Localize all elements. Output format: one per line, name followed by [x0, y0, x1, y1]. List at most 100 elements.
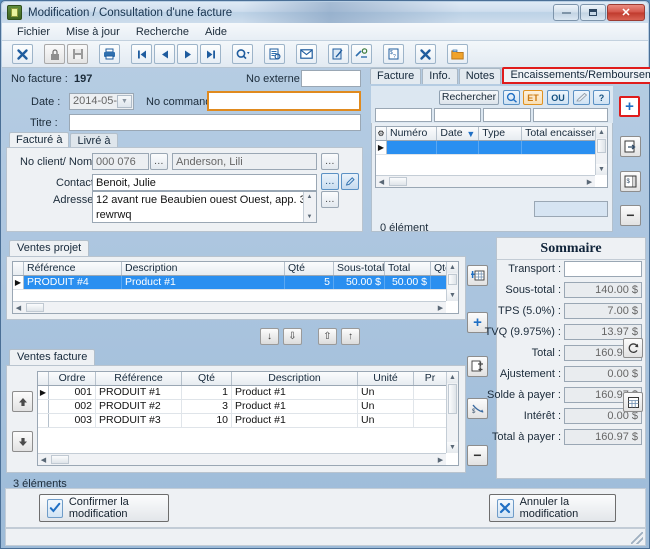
first-record-button[interactable] [131, 44, 152, 64]
minimize-button[interactable] [553, 4, 579, 21]
encaissements-vscrollbar[interactable]: ▲ ▼ [595, 127, 607, 175]
scroll-down-icon[interactable]: ▼ [596, 164, 607, 175]
vscroll-thumb[interactable] [597, 139, 606, 153]
add-lines-grid-button[interactable] [467, 265, 488, 286]
last-record-button[interactable] [200, 44, 221, 64]
table-row[interactable]: ▶ [376, 141, 607, 155]
column-qte[interactable]: Qté [285, 262, 334, 275]
ventes-facture-hscrollbar[interactable]: ◀ ▶ [38, 453, 446, 465]
encaissements-footer-field[interactable] [534, 201, 608, 217]
move-up-one-button[interactable]: ↑ [341, 328, 360, 345]
scroll-left-icon[interactable]: ◀ [376, 176, 387, 187]
scroll-down-icon[interactable]: ▼ [304, 212, 315, 222]
scroll-up-icon[interactable]: ▲ [596, 127, 607, 138]
menu-item-fichier[interactable]: Fichier [9, 25, 58, 39]
adresse-textarea[interactable]: 12 avant rue Beaubien ouest Ouest, app. … [92, 191, 317, 223]
email-button[interactable] [296, 44, 317, 64]
tab-facture-a[interactable]: Facturé à [9, 132, 69, 148]
column-date[interactable]: Date ▼ [437, 127, 479, 140]
client-lookup-button[interactable]: … [150, 153, 168, 170]
scroll-up-icon[interactable]: ▲ [304, 192, 315, 202]
vscroll-thumb[interactable] [448, 384, 457, 414]
clear-filter-button[interactable] [573, 90, 590, 105]
tab-facture[interactable]: Facture [370, 68, 421, 84]
operator-ou-button[interactable]: OU [547, 90, 569, 105]
move-to-bottom-button[interactable]: ⇩ [283, 328, 302, 345]
attachment-button[interactable] [328, 44, 349, 64]
column-description[interactable]: Description [122, 262, 285, 275]
column-total[interactable]: Total [385, 262, 431, 275]
lock-button[interactable] [44, 44, 65, 64]
transport-value[interactable] [564, 261, 642, 277]
column-sous-total[interactable]: Sous-total [334, 262, 385, 275]
column-numero[interactable]: Numéro [387, 127, 437, 140]
close-x-button[interactable] [12, 44, 33, 64]
hscroll-thumb[interactable] [26, 303, 44, 312]
scroll-right-icon[interactable]: ▶ [435, 302, 446, 313]
edit-encaissement-button[interactable] [620, 136, 641, 157]
tab-encaissements-remboursements[interactable]: Encaissements/Remboursements [502, 67, 650, 84]
adresse-lookup-button[interactable]: … [321, 191, 339, 208]
search-dropdown-button[interactable] [232, 44, 253, 64]
operator-et-button[interactable]: ET [523, 90, 543, 105]
print-button[interactable] [99, 44, 120, 64]
table-row[interactable]: 003 PRODUIT #3 10 Product #1 Un [38, 414, 458, 428]
scroll-up-icon[interactable]: ▲ [447, 262, 458, 273]
column-prix[interactable]: Pr [414, 372, 447, 385]
ventes-projet-hscrollbar[interactable]: ◀ ▶ [13, 301, 446, 313]
scroll-up-icon[interactable]: ▲ [447, 372, 458, 383]
menu-item-recherche[interactable]: Recherche [128, 25, 197, 39]
column-unite[interactable]: Unité [358, 372, 414, 385]
filter-type-input[interactable] [483, 108, 531, 122]
titre-input[interactable] [69, 114, 361, 131]
receipt-button[interactable]: $? [383, 44, 404, 64]
close-button[interactable]: ✕ [607, 4, 645, 21]
scroll-left-icon[interactable]: ◀ [38, 454, 49, 465]
tab-ventes-projet[interactable]: Ventes projet [9, 240, 89, 256]
column-ordre[interactable]: Ordre [49, 372, 96, 385]
column-qte[interactable]: Qté [182, 372, 232, 385]
grid-options-icon[interactable]: ⚙ [376, 127, 387, 140]
add-encaissement-button[interactable]: + [619, 96, 640, 117]
excel-export-button[interactable] [415, 44, 436, 64]
column-type[interactable]: Type [479, 127, 522, 140]
search-filter-icon-button[interactable] [503, 90, 520, 105]
tab-ventes-facture[interactable]: Ventes facture [9, 349, 95, 365]
contact-lookup-button[interactable]: … [321, 173, 339, 190]
adresse-scrollbar[interactable]: ▲ ▼ [303, 192, 316, 222]
cancel-modification-button[interactable]: Annuler la modification [489, 494, 616, 522]
column-description[interactable]: Description [232, 372, 358, 385]
scroll-right-icon[interactable]: ▶ [435, 454, 446, 465]
scroll-down-icon[interactable]: ▼ [447, 290, 458, 301]
rechercher-button[interactable]: Rechercher [439, 90, 499, 105]
next-record-button[interactable] [177, 44, 198, 64]
ventes-facture-grid[interactable]: Ordre Référence Qté Description Unité Pr… [37, 371, 459, 466]
tab-livre-a[interactable]: Livré à [70, 133, 117, 148]
column-reference[interactable]: Référence [96, 372, 182, 385]
menu-item-mise-a-jour[interactable]: Mise à jour [58, 25, 128, 39]
column-reference[interactable]: Référence [24, 262, 122, 275]
encaissements-hscrollbar[interactable]: ◀ ▶ [376, 175, 595, 187]
scroll-right-icon[interactable]: ▶ [584, 176, 595, 187]
ventes-facture-vscrollbar[interactable]: ▲ ▼ [446, 372, 458, 453]
resize-grip-icon[interactable] [631, 532, 643, 544]
recalculate-button[interactable] [623, 338, 643, 358]
date-combo[interactable]: 2014-05-09 ▼ [69, 93, 134, 110]
save-button[interactable] [67, 44, 88, 64]
contact-input[interactable] [92, 174, 317, 191]
remove-vente-facture-button[interactable]: − [467, 445, 488, 466]
table-row[interactable]: ▶ PRODUIT #4 Product #1 5 50.00 $ 50.00 … [13, 276, 458, 290]
no-externe-input[interactable] [301, 70, 361, 87]
ventes-projet-vscrollbar[interactable]: ▲ ▼ [446, 262, 458, 301]
move-down-one-button[interactable]: ↓ [260, 328, 279, 345]
no-commande-input[interactable] [207, 91, 361, 111]
payment-button[interactable] [351, 44, 372, 64]
maximize-button[interactable] [580, 4, 606, 21]
confirm-modification-button[interactable]: Confirmer la modification [39, 494, 169, 522]
move-to-top-button[interactable]: ⇧ [318, 328, 337, 345]
price-vente-facture-button[interactable]: $ [467, 398, 488, 419]
interest-detail-button[interactable] [623, 392, 643, 412]
help-button[interactable]: ? [593, 90, 610, 105]
move-row-down-button[interactable] [12, 431, 33, 452]
filter-total-input[interactable] [533, 108, 608, 122]
